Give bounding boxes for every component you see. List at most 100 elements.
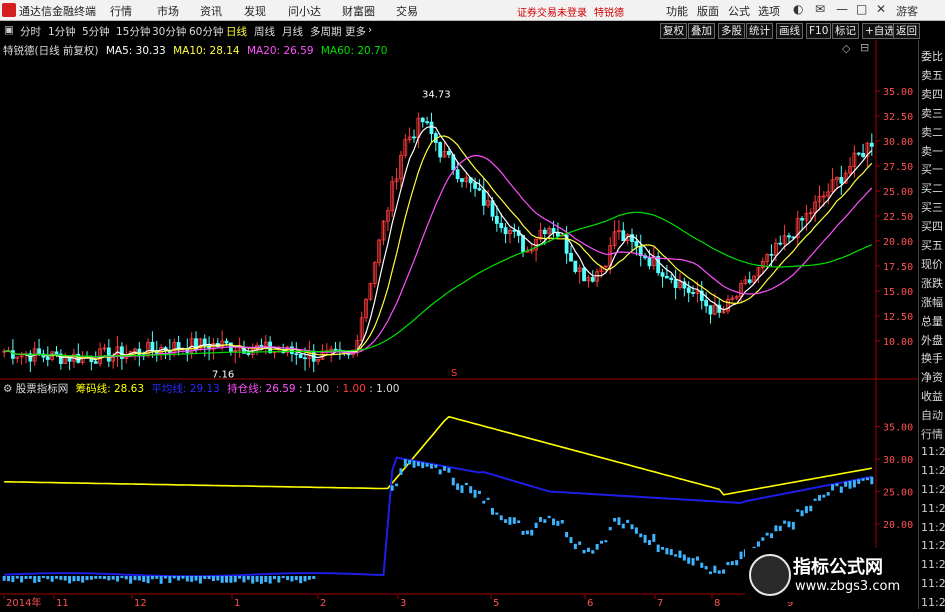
x-tick-label: 6 [587,598,593,609]
menu-caifuquan[interactable]: 财富圈 [342,3,375,19]
side-panel-item[interactable]: 涨幅 [921,294,943,310]
chip-bar [129,576,133,584]
candle-down [259,344,264,347]
side-panel-item[interactable]: 买三 [921,199,943,215]
side-panel-item[interactable]: 11:2 [921,521,945,534]
chip-bar [216,576,220,581]
side-panel-item[interactable]: 卖五 [921,67,943,83]
side-panel-item[interactable]: 11:2 [921,558,945,571]
main-y-tick-label: 15.00 [883,287,913,298]
side-panel-item[interactable]: 外盘 [921,332,943,348]
chart-mode-icon[interactable]: ▣ [4,24,14,36]
chip-bar [98,576,102,579]
btn-diejia[interactable]: 叠加 [688,23,715,39]
guest-label[interactable]: 游客 [896,3,918,19]
chip-bar [273,576,276,580]
chip-bar [852,480,856,488]
more-chevron-icon[interactable]: › [368,24,372,36]
chart-expand-icon[interactable]: ⊟ [860,41,869,54]
chip-bar [50,576,54,582]
login-status[interactable]: 证券交易未登录 [517,4,587,19]
period-15min[interactable]: 15分钟 [116,24,150,39]
side-panel-item[interactable]: 卖二 [921,124,943,140]
menu-hangqing[interactable]: 行情 [110,3,132,19]
mail-icon[interactable]: ✉ [815,2,825,16]
side-panel-item[interactable]: 11:2 [921,483,945,496]
menu-gongneng[interactable]: 功能 [666,3,688,19]
x-tick-label: 7 [657,598,663,609]
menu-xuanxiang[interactable]: 选项 [758,3,780,19]
side-panel-item[interactable]: 11:2 [921,577,945,590]
candle-down [856,152,861,155]
indicator-settings-icon[interactable]: ⚙ [3,383,12,395]
menu-shichang[interactable]: 市场 [157,3,179,19]
candle-down [665,276,669,279]
chip-bar [525,530,529,535]
menu-banmian[interactable]: 版面 [697,3,719,19]
skin-icon[interactable]: ◐ [793,2,803,16]
btn-biaoji[interactable]: 标记 [832,23,859,39]
period-fenshi[interactable]: 分时 [20,24,41,39]
side-panel-item[interactable]: 11:2 [921,464,945,477]
side-panel-item[interactable]: 11:2 [921,445,945,458]
period-more[interactable]: 更多 [345,24,366,39]
side-panel-item[interactable]: 卖一 [921,143,943,159]
menu-gongshi[interactable]: 公式 [728,3,750,19]
side-panel-item[interactable]: 自动 [921,407,943,423]
side-panel-item[interactable]: 现价 [921,256,943,272]
watermark-logo-icon [749,554,791,596]
menu-wenxiaoda[interactable]: 问小达 [288,3,321,19]
minimize-icon[interactable]: — [836,2,848,16]
period-5min[interactable]: 5分钟 [82,24,110,39]
side-panel-item[interactable]: 委比 [921,48,943,64]
side-panel-item[interactable]: 11:2 [921,502,945,515]
chip-bar [281,576,285,579]
side-panel-item[interactable]: 11:2 [921,596,945,609]
side-panel-item[interactable]: 行情 [921,426,943,442]
period-monthly[interactable]: 月线 [282,24,303,39]
menu-faxian[interactable]: 发现 [244,3,266,19]
period-30min[interactable]: 30分钟 [152,24,186,39]
side-panel-item[interactable]: 总量 [921,313,943,329]
menu-jiaoyi[interactable]: 交易 [396,3,418,19]
candle-down [150,341,155,351]
btn-tongji[interactable]: 统计 [746,23,773,39]
side-panel-item[interactable]: 买四 [921,218,943,234]
btn-fuquan[interactable]: 复权 [660,23,687,39]
period-daily[interactable]: 日线 [226,24,247,39]
side-panel-item[interactable]: 11:2 [921,539,945,552]
chip-bar [434,464,438,468]
candle-down [93,361,98,364]
side-panel-item[interactable]: 换手 [921,350,943,366]
period-1min[interactable]: 1分钟 [48,24,76,39]
chip-bar [246,576,250,580]
close-icon[interactable]: ✕ [876,2,886,16]
main-legend: 特锐德(日线 前复权) MA5: 30.33 MA10: 28.14 MA20:… [3,43,387,58]
side-panel-item[interactable]: 卖四 [921,86,943,102]
candle-down [590,277,595,282]
chart-settings-icon[interactable]: ◇ [842,42,850,55]
kline-chart[interactable]: 特锐德(日线 前复权) MA5: 30.33 MA10: 28.14 MA20:… [0,40,918,380]
side-panel-item[interactable]: 涨跌 [921,275,943,291]
period-multi[interactable]: 多周期 [310,24,342,39]
side-panel-item[interactable]: 买二 [921,180,943,196]
candle-down [333,348,338,351]
period-weekly[interactable]: 周线 [254,24,275,39]
btn-huaxian[interactable]: 画线 [776,23,803,39]
chip-bar [81,576,85,583]
chip-bar [89,576,93,580]
candle-down [800,218,804,221]
menu-zixun[interactable]: 资讯 [200,3,222,19]
btn-f10[interactable]: F10 [806,23,832,39]
btn-duogu[interactable]: 多股 [718,23,745,39]
period-60min[interactable]: 60分钟 [189,24,223,39]
btn-fanhui[interactable]: 返回 [893,23,920,39]
side-panel-item[interactable]: 买一 [921,161,943,177]
side-panel-item[interactable]: 净资 [921,369,943,385]
chip-bar [181,576,185,579]
side-panel-item[interactable]: 收益 [921,388,943,404]
chip-bar [552,518,556,526]
side-panel-item[interactable]: 卖三 [921,105,943,121]
side-panel-item[interactable]: 买五 [921,237,943,253]
maximize-icon[interactable]: □ [856,2,867,16]
